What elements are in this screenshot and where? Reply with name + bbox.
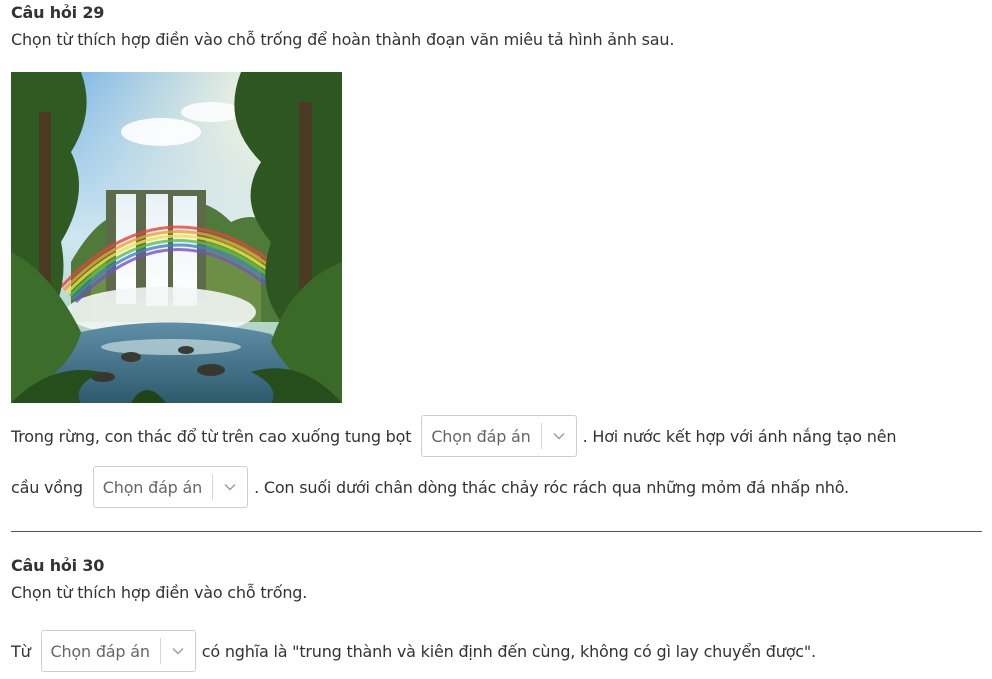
chevron-down-icon[interactable] [213,483,247,491]
question-divider [11,531,982,532]
line-2-text-before: cầu vồng [11,477,83,497]
answer-select-2[interactable]: Chọn đáp án [92,466,249,508]
line-3-text-before: Từ [11,641,31,661]
question-30-line: Từ Chọn đáp án có nghĩa là "trung thành … [11,630,816,672]
line-1-text-before: Trong rừng, con thác đổ từ trên cao xuốn… [11,426,412,446]
answer-select-2-placeholder: Chọn đáp án [102,477,203,497]
line-2-text-after: . Con suối dưới chân dòng thác chảy róc … [254,477,849,497]
line-3-text-after: có nghĩa là "trung thành và kiên định đế… [201,641,816,661]
question-29-title: Câu hỏi 29 [11,3,105,22]
chevron-down-icon[interactable] [161,647,195,655]
question-30: Câu hỏi 30 Chọn từ thích hợp điền vào ch… [11,556,982,602]
question-29-prompt: Chọn từ thích hợp điền vào chỗ trống để … [11,30,675,49]
answer-select-1-placeholder: Chọn đáp án [431,426,531,446]
answer-select-3-placeholder: Chọn đáp án [50,641,150,661]
question-29: Câu hỏi 29 Chọn từ thích hợp điền vào ch… [11,3,982,49]
chevron-down-icon[interactable] [542,432,576,440]
answer-select-1[interactable]: Chọn đáp án [421,415,577,457]
answer-select-3[interactable]: Chọn đáp án [40,630,196,672]
question-30-prompt: Chọn từ thích hợp điền vào chỗ trống. [11,583,308,602]
question-29-line-2: cầu vồng Chọn đáp án . Con suối dưới châ… [11,466,849,508]
line-1-text-after: . Hơi nước kết hợp với ánh nắng tạo nên [582,426,897,446]
question-30-title: Câu hỏi 30 [11,556,105,575]
waterfall-rainbow-image [11,72,342,403]
question-29-line-1: Trong rừng, con thác đổ từ trên cao xuốn… [11,415,896,457]
